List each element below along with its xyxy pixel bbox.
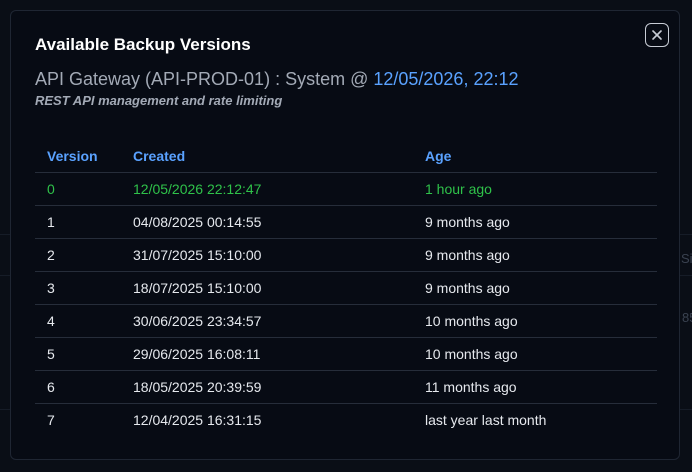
cell-created: 31/07/2025 15:10:00 — [121, 238, 413, 272]
cell-age: 9 months ago — [413, 205, 657, 239]
close-button[interactable] — [645, 23, 669, 47]
cell-created: 29/06/2025 16:08:11 — [121, 337, 413, 371]
table-row[interactable]: 1 04/08/2025 00:14:55 9 months ago — [35, 205, 657, 239]
cell-age: 10 months ago — [413, 304, 657, 338]
cell-created: 12/04/2025 16:31:15 — [133, 412, 262, 428]
subtitle-timestamp: 12/05/2026, 22:12 — [373, 69, 519, 89]
cell-version: 1 — [35, 205, 121, 239]
background-text-fragment: Siz — [681, 251, 692, 266]
header-version: Version — [35, 139, 121, 173]
close-x-icon — [652, 30, 662, 40]
table-row[interactable]: 2 31/07/2025 15:10:00 9 months ago — [35, 238, 657, 272]
cell-age: 10 months ago — [413, 337, 657, 371]
cell-version: 6 — [35, 370, 121, 404]
cell-age: 9 months ago — [413, 271, 657, 305]
header-created: Created — [121, 139, 413, 173]
background-text-fragment: 85 — [682, 310, 692, 325]
backup-versions-dialog: Available Backup Versions API Gateway (A… — [10, 10, 680, 460]
header-age: Age — [413, 139, 657, 173]
table-row[interactable]: 0 12/05/2026 22:12:47 1 hour ago — [35, 172, 657, 206]
service-description: REST API management and rate limiting — [35, 93, 283, 108]
dialog-title: Available Backup Versions — [35, 35, 251, 54]
table-row[interactable]: 5 29/06/2025 16:08:11 10 months ago — [35, 337, 657, 371]
cell-version: 4 — [35, 304, 121, 338]
cell-created: 04/08/2025 00:14:55 — [121, 205, 413, 239]
cell-version: 2 — [35, 238, 121, 272]
versions-table-body: 0 12/05/2026 22:12:47 1 hour ago 1 04/08/202… — [35, 172, 657, 437]
cell-created: 30/06/2025 23:34:57 — [121, 304, 413, 338]
table-row[interactable]: 3 18/07/2025 15:10:00 9 months ago — [35, 271, 657, 305]
cell-created: 18/05/2025 20:39:59 — [121, 370, 413, 404]
table-row[interactable]: 6 18/05/2025 20:39:59 11 months ago — [35, 370, 657, 404]
cell-age: 1 hour ago — [413, 172, 657, 206]
cell-age: 11 months ago — [413, 370, 657, 404]
cell-created: 18/07/2025 15:10:00 — [121, 271, 413, 305]
cell-age: 9 months ago — [413, 238, 657, 272]
cell-created: 12/05/2026 22:12:47 — [121, 172, 413, 206]
cell-version: 3 — [35, 271, 121, 305]
versions-table: Version Created Age 0 12/05/2026 22:12:47… — [35, 139, 657, 436]
table-header-row: Version Created Age — [35, 139, 657, 173]
cell-version: 5 — [35, 337, 121, 371]
cell-age: last year last month — [425, 412, 547, 428]
service-name: API Gateway (API-PROD-01) : System @ — [35, 69, 374, 89]
cell-version: 7 — [47, 412, 55, 428]
table-row[interactable]: 4 30/06/2025 23:34:57 10 months ago — [35, 304, 657, 338]
cell-version: 0 — [35, 172, 121, 206]
backup-subtitle: API Gateway (API-PROD-01) : System @ 12/… — [35, 69, 519, 90]
table-row[interactable]: 7 12/04/2025 16:31:15 last year last month — [35, 404, 657, 437]
